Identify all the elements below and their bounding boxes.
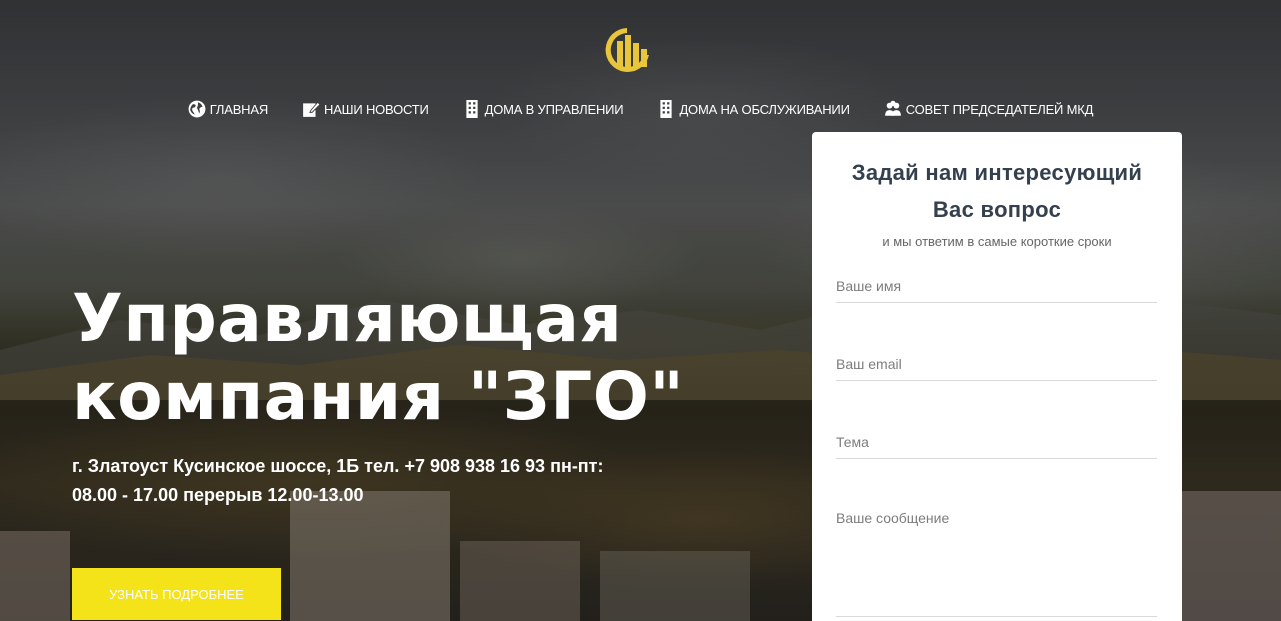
message-field[interactable] <box>836 510 1157 617</box>
hero-section: ГЛАВНАЯ НАШИ НОВОСТИ ДОМА В УПРАВЛЕНИИ Д… <box>0 0 1281 621</box>
main-nav: ГЛАВНАЯ НАШИ НОВОСТИ ДОМА В УПРАВЛЕНИИ Д… <box>0 100 1281 118</box>
nav-item-council[interactable]: СОВЕТ ПРЕДСЕДАТЕЛЕЙ МКД <box>884 100 1094 118</box>
form-title: Задай нам интересующий Вас вопрос <box>851 160 1143 222</box>
contact-info-line-2: 08.00 - 17.00 перерыв 12.00-13.00 <box>72 485 364 505</box>
nav-label-news: НАШИ НОВОСТИ <box>324 101 429 117</box>
contact-info: г. Златоуст Кусинское шоссе, 1Б тел. +7 … <box>72 452 712 510</box>
learn-more-button[interactable]: УЗНАТЬ ПОДРОБНЕЕ <box>72 568 281 620</box>
building-icon <box>660 100 673 118</box>
nav-item-managed-houses[interactable]: ДОМА В УПРАВЛЕНИИ <box>463 100 624 118</box>
nav-label-serviced-houses: ДОМА НА ОБСЛУЖИВАНИИ <box>679 101 850 117</box>
edit-icon <box>303 101 321 117</box>
hero-title-line-1: Управляющая <box>72 280 623 357</box>
subject-field[interactable] <box>836 434 1157 459</box>
nav-item-news[interactable]: НАШИ НОВОСТИ <box>302 100 429 118</box>
form-subtitle: и мы ответим в самые короткие сроки <box>882 234 1112 249</box>
nav-item-serviced-houses[interactable]: ДОМА НА ОБСЛУЖИВАНИИ <box>657 100 850 118</box>
nav-label-council: СОВЕТ ПРЕДСЕДАТЕЛЕЙ МКД <box>905 101 1094 117</box>
hero-title-line-2: компания "ЗГО" <box>72 358 685 435</box>
globe-icon <box>188 100 206 118</box>
hero-title: Управляющая компания "ЗГО" <box>72 280 792 436</box>
company-logo[interactable] <box>600 25 654 75</box>
name-field[interactable] <box>836 278 1157 303</box>
building-icon <box>466 100 478 118</box>
contact-form: Задай нам интересующий Вас вопрос и мы о… <box>812 132 1182 621</box>
nav-item-home[interactable]: ГЛАВНАЯ <box>188 100 268 118</box>
nav-label-managed-houses: ДОМА В УПРАВЛЕНИИ <box>484 101 624 117</box>
group-icon <box>884 100 901 116</box>
email-field[interactable] <box>836 356 1157 381</box>
nav-label-home: ГЛАВНАЯ <box>209 101 269 117</box>
contact-info-line-1: г. Златоуст Кусинское шоссе, 1Б тел. +7 … <box>72 456 604 476</box>
